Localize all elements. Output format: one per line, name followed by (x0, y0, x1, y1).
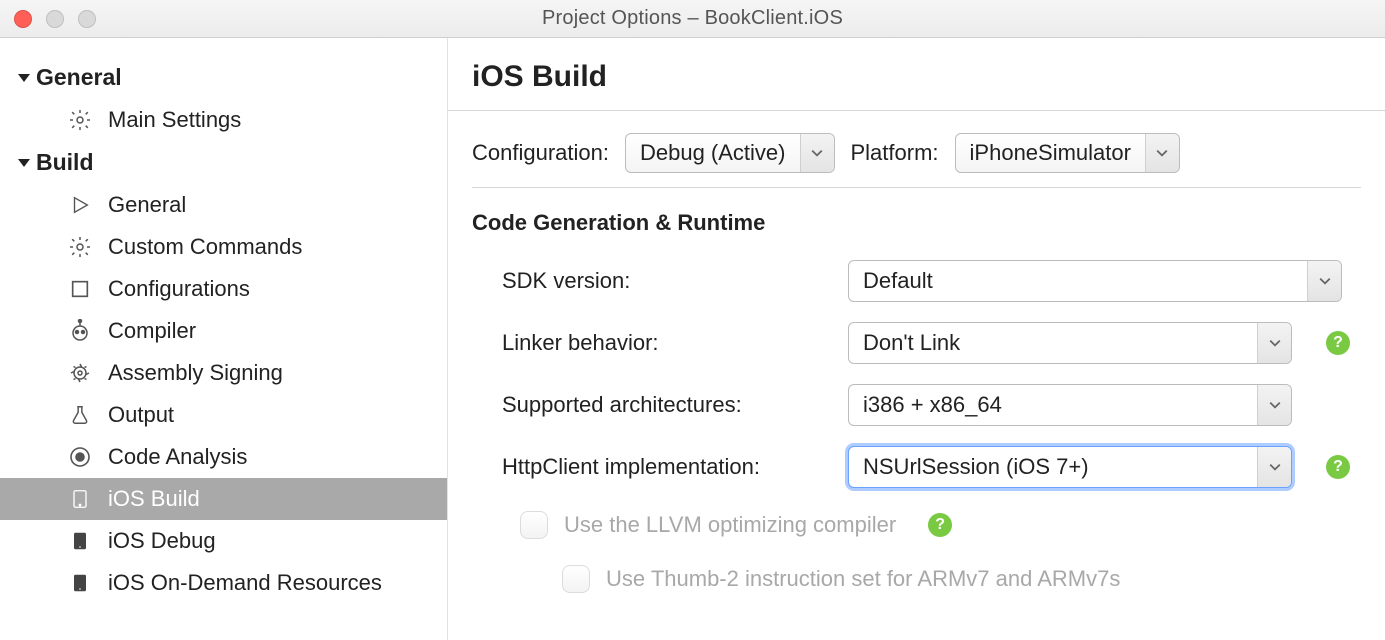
chevron-down-icon (1257, 323, 1291, 363)
linker-label: Linker behavior: (502, 330, 830, 356)
dropdown-value: i386 + x86_64 (849, 392, 1257, 418)
llvm-checkbox[interactable] (520, 511, 548, 539)
help-icon[interactable]: ? (1326, 331, 1350, 355)
play-icon (66, 191, 94, 219)
chevron-down-icon (1145, 134, 1179, 172)
traffic-lights (14, 10, 96, 28)
form: SDK version: Default Linker behavior: Do… (448, 242, 1385, 606)
close-icon[interactable] (14, 10, 32, 28)
disclosure-icon (18, 159, 30, 167)
section-label: Build (36, 149, 94, 176)
thumb-label: Use Thumb-2 instruction set for ARMv7 an… (606, 566, 1120, 592)
main-panel: iOS Build Configuration: Debug (Active) … (448, 38, 1385, 640)
sidebar-item-label: Compiler (108, 318, 196, 344)
sidebar-item-code-analysis[interactable]: Code Analysis (0, 436, 447, 478)
chevron-down-icon (1257, 447, 1291, 487)
phone-dark-icon (66, 569, 94, 597)
target-icon (66, 443, 94, 471)
gear-icon (66, 233, 94, 261)
flask-icon (66, 401, 94, 429)
sidebar-item-label: iOS Debug (108, 528, 216, 554)
config-row: Configuration: Debug (Active) Platform: … (448, 111, 1385, 181)
titlebar: Project Options – BookClient.iOS (0, 0, 1385, 38)
gear-icon (66, 106, 94, 134)
dropdown-value: NSUrlSession (iOS 7+) (849, 454, 1257, 480)
httpclient-dropdown[interactable]: NSUrlSession (iOS 7+) (848, 446, 1292, 488)
sidebar: General Main Settings Build General Cust… (0, 38, 448, 640)
sidebar-section-general[interactable]: General (0, 56, 447, 99)
sidebar-item-configurations[interactable]: Configurations (0, 268, 447, 310)
help-icon[interactable]: ? (928, 513, 952, 537)
row-thumb: Use Thumb-2 instruction set for ARMv7 an… (502, 552, 1361, 606)
chevron-down-icon (1307, 261, 1341, 301)
llvm-label: Use the LLVM optimizing compiler (564, 512, 896, 538)
arch-dropdown[interactable]: i386 + x86_64 (848, 384, 1292, 426)
dropdown-value: iPhoneSimulator (956, 140, 1145, 166)
phone-dark-icon (66, 527, 94, 555)
minimize-icon[interactable] (46, 10, 64, 28)
chevron-down-icon (1257, 385, 1291, 425)
robot-icon (66, 317, 94, 345)
httpclient-label: HttpClient implementation: (502, 454, 830, 480)
sidebar-item-label: iOS On-Demand Resources (108, 570, 382, 596)
platform-label: Platform: (851, 140, 939, 166)
maximize-icon[interactable] (78, 10, 96, 28)
dropdown-value: Default (849, 268, 1307, 294)
dropdown-value: Debug (Active) (626, 140, 800, 166)
sidebar-item-ios-ondemand[interactable]: iOS On-Demand Resources (0, 562, 447, 604)
linker-dropdown[interactable]: Don't Link (848, 322, 1292, 364)
sidebar-item-compiler[interactable]: Compiler (0, 310, 447, 352)
sidebar-section-build[interactable]: Build (0, 141, 447, 184)
row-sdk: SDK version: Default (502, 250, 1361, 312)
badge-icon (66, 359, 94, 387)
sidebar-item-label: Output (108, 402, 174, 428)
sidebar-item-label: Assembly Signing (108, 360, 283, 386)
section-label: General (36, 64, 122, 91)
page-title: iOS Build (472, 60, 1361, 94)
sdk-dropdown[interactable]: Default (848, 260, 1342, 302)
sidebar-item-output[interactable]: Output (0, 394, 447, 436)
phone-icon (66, 485, 94, 513)
sidebar-item-label: Custom Commands (108, 234, 302, 260)
sidebar-item-main-settings[interactable]: Main Settings (0, 99, 447, 141)
thumb-checkbox[interactable] (562, 565, 590, 593)
row-httpclient: HttpClient implementation: NSUrlSession … (502, 436, 1361, 498)
sidebar-item-label: General (108, 192, 186, 218)
section-title: Code Generation & Runtime (448, 188, 1385, 242)
sidebar-item-label: Main Settings (108, 107, 241, 133)
sidebar-item-assembly-signing[interactable]: Assembly Signing (0, 352, 447, 394)
main-header: iOS Build (448, 38, 1385, 111)
platform-dropdown[interactable]: iPhoneSimulator (955, 133, 1180, 173)
sidebar-item-label: Code Analysis (108, 444, 247, 470)
sidebar-item-ios-debug[interactable]: iOS Debug (0, 520, 447, 562)
configuration-label: Configuration: (472, 140, 609, 166)
sdk-label: SDK version: (502, 268, 830, 294)
sidebar-item-label: iOS Build (108, 486, 200, 512)
chevron-down-icon (800, 134, 834, 172)
configuration-dropdown[interactable]: Debug (Active) (625, 133, 835, 173)
help-icon[interactable]: ? (1326, 455, 1350, 479)
disclosure-icon (18, 74, 30, 82)
window-title: Project Options – BookClient.iOS (0, 7, 1385, 30)
square-icon (66, 275, 94, 303)
dropdown-value: Don't Link (849, 330, 1257, 356)
row-linker: Linker behavior: Don't Link ? (502, 312, 1361, 374)
row-llvm: Use the LLVM optimizing compiler ? (502, 498, 1361, 552)
sidebar-item-custom-commands[interactable]: Custom Commands (0, 226, 447, 268)
sidebar-item-label: Configurations (108, 276, 250, 302)
arch-label: Supported architectures: (502, 392, 830, 418)
sidebar-item-build-general[interactable]: General (0, 184, 447, 226)
sidebar-item-ios-build[interactable]: iOS Build (0, 478, 447, 520)
row-arch: Supported architectures: i386 + x86_64 (502, 374, 1361, 436)
